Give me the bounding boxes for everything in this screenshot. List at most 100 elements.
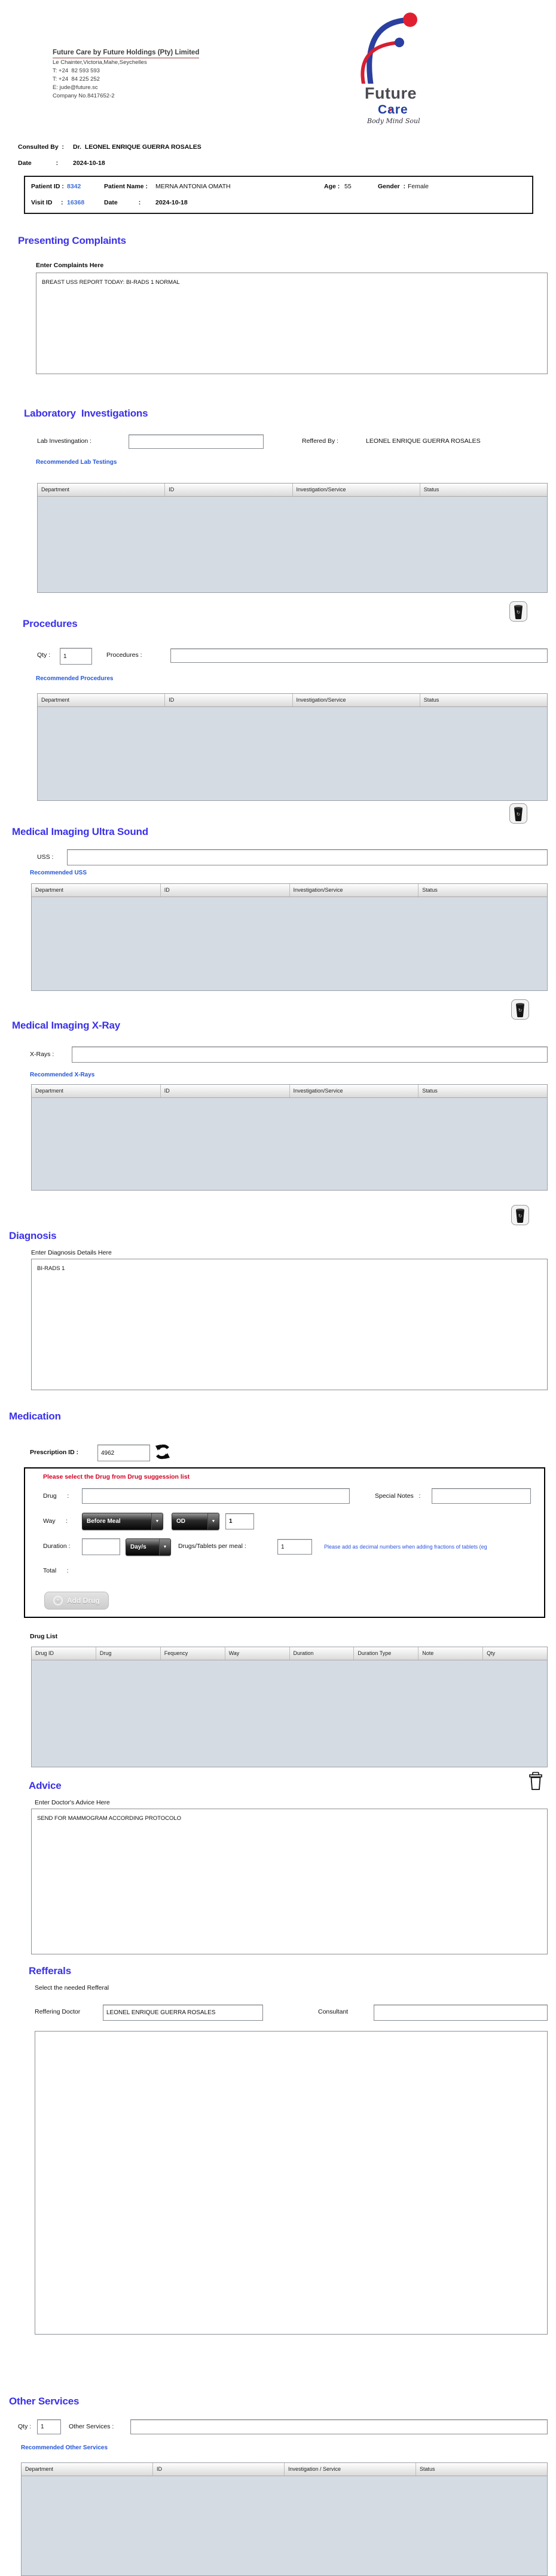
patient-name-value: MERNA ANTONIA OMATH [155, 183, 231, 190]
column-header-service: Investigation/Service [293, 484, 420, 496]
svg-text:↻: ↻ [517, 812, 521, 817]
other-services-table: Department ID Investigation / Service St… [21, 2462, 548, 2576]
svg-text:↻: ↻ [518, 1213, 523, 1219]
recommended-xrays-link[interactable]: Recommended X-Rays [30, 1072, 94, 1078]
add-drug-button[interactable]: + Add Drug [44, 1592, 109, 1610]
company-info-block: Future Care by Future Holdings (Pty) Lim… [53, 47, 199, 100]
patient-name-label: Patient Name : [104, 183, 149, 190]
patient-age-value: 55 [344, 183, 352, 190]
refferals-title: Refferals [29, 1965, 71, 1977]
duration-input[interactable] [82, 1538, 120, 1555]
reffering-doctor-input[interactable] [103, 2005, 263, 2021]
presenting-complaints-title: Presenting Complaints [18, 235, 126, 247]
trash-icon: ↻ [511, 999, 529, 1020]
visit-date-value: 2024-10-18 [155, 199, 188, 206]
logo-f-mark [358, 7, 429, 84]
advice-prompt: Enter Doctor's Advice Here [35, 1799, 110, 1806]
svg-text:↻: ↻ [517, 610, 521, 615]
trash-icon: ↻ [511, 1205, 529, 1225]
company-phone-1: T: +24 82 593 593 [53, 67, 199, 75]
visit-id-value: 16368 [67, 199, 84, 206]
drug-table-header-row: Drug ID Drug Fequency Way Duration Durat… [32, 1647, 547, 1660]
uss-input[interactable] [67, 849, 548, 865]
reffering-doctor-label: Reffering Doctor [35, 2008, 80, 2015]
uss-title: Medical Imaging Ultra Sound [12, 826, 148, 838]
diagnosis-textarea[interactable]: BI-RADS 1 [31, 1259, 548, 1390]
drug-input[interactable] [82, 1488, 350, 1504]
lab-results-table: Department ID Investigation/Service Stat… [37, 483, 548, 593]
lab-investigation-input[interactable] [129, 435, 264, 449]
procedures-table-header-row: Department ID Investigation/Service Stat… [38, 694, 547, 707]
procedures-qty-input[interactable] [60, 648, 92, 665]
patient-info-box: Patient ID : 8342 Patient Name : MERNA A… [24, 176, 533, 214]
prescription-id-input[interactable] [97, 1445, 150, 1461]
prescription-id-label: Prescription ID : [30, 1449, 80, 1456]
way-meal-value: Before Meal [87, 1518, 121, 1525]
column-header-service: Investigation / Service [285, 2463, 416, 2476]
uss-delete-button[interactable]: ↻ [511, 999, 529, 1020]
advice-delete-button[interactable] [527, 1772, 544, 1792]
consulted-by-value: Dr. LEONEL ENRIQUE GUERRA ROSALES [73, 143, 201, 151]
drug-notice: Please select the Drug from Drug suggess… [43, 1473, 190, 1480]
duration-unit-select[interactable]: Day/s ▼ [126, 1538, 171, 1556]
recommended-lab-testings-link[interactable]: Recommended Lab Testings [36, 459, 117, 466]
patient-gender-value: Female [408, 183, 429, 190]
chevron-down-icon: ▼ [159, 1539, 170, 1555]
reffered-by-label: Reffered By : [302, 438, 342, 445]
company-name: Future Care by Future Holdings (Pty) Lim… [53, 49, 199, 59]
refferals-prompt: Select the needed Refferal [35, 1984, 109, 1991]
other-services-title: Other Services [9, 2396, 79, 2407]
refresh-icon [154, 1443, 171, 1461]
xray-input[interactable] [72, 1047, 548, 1063]
company-number: Company No.8417652-2 [53, 92, 199, 100]
consultant-input[interactable] [374, 2005, 548, 2021]
column-header-service: Investigation/Service [290, 884, 419, 897]
procedures-input[interactable] [170, 648, 548, 663]
column-header-department: Department [32, 1085, 161, 1097]
xray-delete-button[interactable]: ↻ [511, 1205, 529, 1225]
advice-title: Advice [29, 1780, 62, 1792]
logo-word-future: Future [365, 84, 441, 103]
special-notes-label: Special Notes : [375, 1492, 420, 1500]
xray-title: Medical Imaging X-Ray [12, 1020, 120, 1032]
way-meal-select[interactable]: Before Meal ▼ [82, 1513, 163, 1530]
recommended-other-services-link[interactable]: Recommended Other Services [21, 2445, 108, 2451]
per-meal-input[interactable] [277, 1539, 312, 1555]
column-header-department: Department [38, 484, 165, 496]
lab-field-label: Lab Investingation : [37, 438, 91, 445]
recommended-procedures-link[interactable]: Recommended Procedures [36, 675, 114, 682]
way-frequency-value: OD [176, 1518, 185, 1525]
complaints-textarea[interactable]: BREAST USS REPORT TODAY: BI-RADS 1 NORMA… [36, 273, 548, 374]
column-header-service: Investigation/Service [290, 1085, 419, 1097]
per-meal-label: Drugs/Tablets per meal : [178, 1543, 246, 1550]
special-notes-input[interactable] [432, 1488, 531, 1504]
consult-date-label: Date : [18, 160, 58, 167]
other-services-qty-input[interactable] [37, 2419, 61, 2434]
patient-age-label: Age : [324, 183, 341, 190]
procedures-delete-button[interactable]: ↻ [509, 803, 527, 824]
consulted-by-label: Consulted By : [18, 143, 64, 151]
way-frequency-select[interactable]: OD ▼ [172, 1513, 219, 1530]
advice-textarea[interactable]: SEND FOR MAMMOGRAM ACCORDING PROTOCOLO [31, 1809, 548, 1954]
chevron-down-icon: ▼ [151, 1513, 163, 1529]
column-header-id: ID [165, 484, 292, 496]
refferal-list-box[interactable] [35, 2031, 548, 2335]
other-services-table-header-row: Department ID Investigation / Service St… [22, 2463, 547, 2476]
fraction-hint: Please add as decimal numbers when addin… [324, 1544, 545, 1550]
lab-delete-button[interactable]: ↻ [509, 601, 527, 622]
column-header-note: Note [418, 1647, 483, 1660]
way-label: Way : [43, 1518, 68, 1525]
column-header-drug-id: Drug ID [32, 1647, 96, 1660]
other-services-input[interactable] [130, 2419, 548, 2434]
recommended-uss-link[interactable]: Recommended USS [30, 870, 87, 876]
visit-date-label: Date : [104, 199, 142, 206]
xray-field-label: X-Rays : [30, 1051, 54, 1058]
total-label: Total : [43, 1567, 69, 1574]
column-header-status: Status [420, 484, 547, 496]
trash-icon: ↻ [509, 601, 527, 622]
refresh-prescription-button[interactable] [154, 1443, 172, 1462]
lab-title: Laboratory Investigations [24, 408, 148, 420]
complaints-prompt: Enter Complaints Here [36, 262, 103, 269]
diagnosis-prompt: Enter Diagnosis Details Here [31, 1249, 112, 1256]
way-qty-input[interactable] [225, 1513, 254, 1529]
